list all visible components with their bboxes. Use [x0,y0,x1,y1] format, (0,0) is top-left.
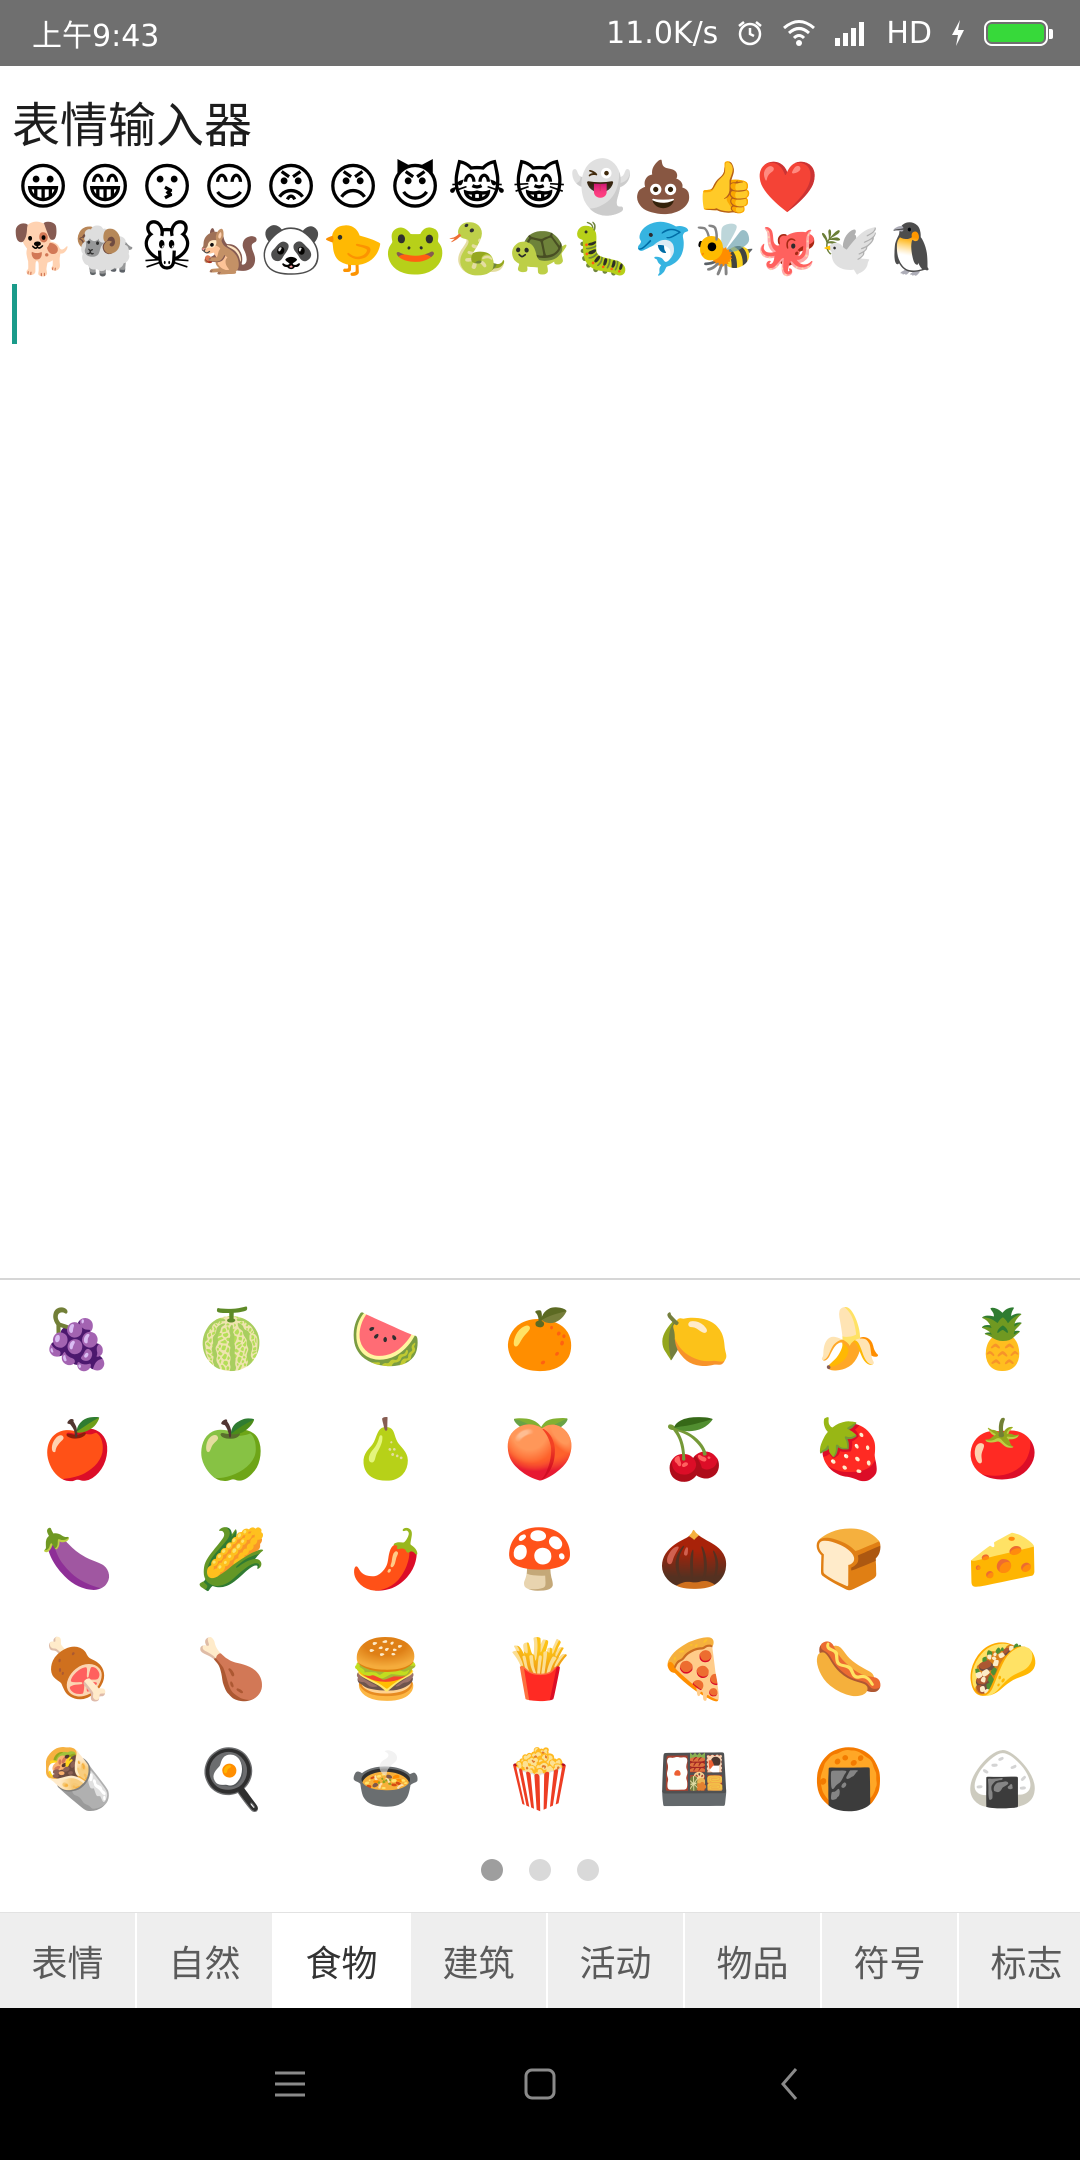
typed-emoji: 🕊️ [818,220,881,278]
tab-category[interactable]: 物品 [685,1913,822,2009]
emoji-key[interactable]: 🍍 [926,1284,1080,1394]
emoji-key[interactable]: 🍙 [926,1724,1080,1834]
battery-icon [984,20,1053,46]
typed-emoji: 😀 [16,158,70,216]
typed-emoji: 🐸 [384,220,447,278]
emoji-key[interactable]: 🍕 [617,1614,771,1724]
typed-emoji: 😸 [512,158,566,216]
emoji-key[interactable]: 🍞 [771,1504,925,1614]
navigation-bar [0,2008,1080,2160]
typed-emoji: 🐛 [570,220,633,278]
emoji-key[interactable]: 🍑 [463,1394,617,1504]
typed-emoji: 😹 [447,158,507,216]
page-dot [529,1859,551,1881]
page-indicator [0,1855,1080,1885]
emoji-key[interactable]: 🍿 [463,1724,617,1834]
emoji-key[interactable]: 🍎 [0,1394,154,1504]
status-bar: 上午9:43 11.0K/s HD [0,0,1080,66]
emoji-key[interactable]: 🍇 [0,1284,154,1394]
typed-emoji: 😠 [326,158,380,216]
menu-icon[interactable] [260,2054,320,2114]
emoji-key[interactable]: 🍟 [463,1614,617,1724]
emoji-key[interactable]: 🍅 [926,1394,1080,1504]
typed-emoji: 🐙 [756,220,819,278]
emoji-key[interactable]: 🍖 [0,1614,154,1724]
typed-emoji: 👍 [694,158,757,216]
emoji-key[interactable]: 🍓 [771,1394,925,1504]
page-dot [481,1859,503,1881]
tab-category[interactable]: 食物 [274,1913,411,2009]
emoji-key[interactable]: 🍱 [617,1724,771,1834]
emoji-key[interactable]: 🍈 [154,1284,308,1394]
battery-fill [988,24,1044,42]
charging-icon [950,19,966,47]
tab-category[interactable]: 自然 [137,1913,274,2009]
typed-emoji: 😊 [202,158,256,216]
emoji-grid: 🍇 🍈 🍉 🍊 🍋 🍌 🍍 🍎 🍏 🍐 🍑 🍒 🍓 🍅 🍆 🌽 🌶️ 🍄 🌰 🍞 🧀 🍖 🍗 🍔 🍟 🍕 🌭 🌮 🌯 🍳 🍲 🍿 🍱 🍘 🍙 [0,1280,1080,1834]
typed-emoji: 🐝 [694,220,757,278]
typed-emoji: 💩 [632,158,695,216]
emoji-key[interactable]: 🍏 [154,1394,308,1504]
emoji-key[interactable]: 🌶️ [309,1504,463,1614]
typed-emoji: 😈 [388,158,442,216]
typed-emoji: 🐿️ [198,220,261,278]
tab-category[interactable]: 符号 [822,1913,959,2009]
emoji-key[interactable]: 🍆 [0,1504,154,1614]
wifi-icon [782,19,816,47]
text-cursor [12,284,17,344]
typed-emoji: 🐼 [260,220,323,278]
emoji-panel: 🍇 🍈 🍉 🍊 🍋 🍌 🍍 🍎 🍏 🍐 🍑 🍒 🍓 🍅 🍆 🌽 🌶️ 🍄 🌰 🍞 🧀 🍖 🍗 🍔 🍟 🍕 🌭 🌮 🌯 🍳 🍲 🍿 🍱 🍘 🍙 [0,1280,1080,1840]
tab-category[interactable]: 建筑 [411,1913,548,2009]
tab-category[interactable]: 表情 [0,1913,137,2009]
typed-emoji: 😗 [140,158,194,216]
tab-category[interactable]: 活动 [548,1913,685,2009]
typed-emoji: 🐢 [508,220,571,278]
typed-emoji: 🐧 [880,220,943,278]
emoji-key[interactable]: 🌽 [154,1504,308,1614]
typed-emoji: 😁 [78,158,132,216]
status-icons: 11.0K/s HD [606,15,1053,51]
typed-emoji: 🐭 [140,220,194,278]
typed-emoji: 🐏 [74,220,137,278]
emoji-key[interactable]: 🍲 [309,1724,463,1834]
emoji-text-line-2: 🐕🐏🐭🐿️🐼🐤🐸🐍🐢🐛🐬🐝🐙🕊️🐧 [12,218,1068,280]
typed-emoji: 😡 [264,158,318,216]
emoji-key[interactable]: 🍉 [309,1284,463,1394]
category-tabs: 表情 自然 食物 建筑 活动 物品 符号 标志 [0,1912,1080,2009]
typed-emoji: 🐍 [446,220,509,278]
alarm-icon [736,19,764,47]
typed-emoji: 🐬 [632,220,695,278]
editor-title: 表情输入器 [12,98,253,154]
emoji-key[interactable]: 🌯 [0,1724,154,1834]
typed-emoji: 👻 [570,158,633,216]
emoji-key[interactable]: 🍘 [771,1724,925,1834]
tab-category[interactable]: 标志 [959,1913,1080,2009]
emoji-key[interactable]: 🍗 [154,1614,308,1724]
typed-emoji: ❤️ [756,158,819,216]
hd-label: HD [886,15,932,51]
emoji-key[interactable]: 🌭 [771,1614,925,1724]
emoji-key[interactable]: 🌰 [617,1504,771,1614]
emoji-text-line-1: 😀 😁 😗 😊 😡 😠 😈 😹 😸👻💩👍❤️ [12,156,1068,218]
emoji-editor[interactable]: 表情输入器 😀 😁 😗 😊 😡 😠 😈 😹 😸👻💩👍❤️ 🐕🐏🐭🐿️🐼🐤🐸🐍🐢🐛🐬🐝🐙🕊️🐧 [0,66,1080,1278]
status-time: 上午9:43 [32,19,160,54]
emoji-key[interactable]: 🌮 [926,1614,1080,1724]
emoji-key[interactable]: 🍄 [463,1504,617,1614]
emoji-key[interactable]: 🍔 [309,1614,463,1724]
typed-emoji: 🐕 [12,220,75,278]
emoji-key[interactable]: 🍒 [617,1394,771,1504]
emoji-key[interactable]: 🍌 [771,1284,925,1394]
emoji-key[interactable]: 🧀 [926,1504,1080,1614]
page-dot [577,1859,599,1881]
signal-icon [834,20,868,46]
emoji-key[interactable]: 🍊 [463,1284,617,1394]
emoji-key[interactable]: 🍋 [617,1284,771,1394]
back-icon[interactable] [760,2054,820,2114]
network-speed: 11.0K/s [606,15,719,51]
emoji-key[interactable]: 🍳 [154,1724,308,1834]
emoji-key[interactable]: 🍐 [309,1394,463,1504]
typed-emoji: 🐤 [322,220,385,278]
home-icon[interactable] [510,2054,570,2114]
